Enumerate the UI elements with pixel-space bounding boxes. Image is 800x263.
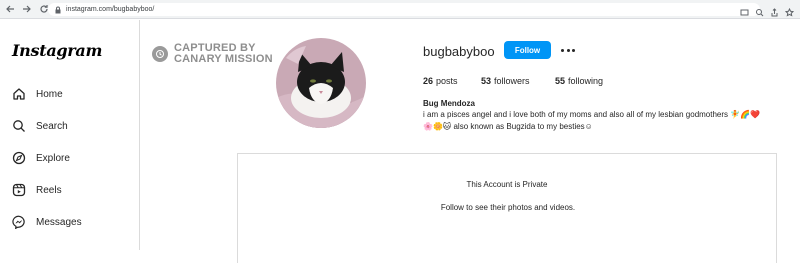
- bio-line: i am a pisces angel and i love both of m…: [423, 110, 761, 119]
- forward-button[interactable]: [20, 2, 34, 16]
- back-icon: [6, 5, 14, 13]
- sidebar-item-label: Search: [36, 120, 68, 132]
- instagram-logo[interactable]: Instagram: [12, 41, 102, 60]
- sidebar-item-label: Home: [36, 88, 63, 100]
- canary-logo-icon: [152, 46, 168, 62]
- profile-stats: 26 posts 53 followers 55 following: [423, 76, 603, 86]
- reels-icon: [12, 183, 26, 197]
- sidebar-item-home[interactable]: Home: [12, 84, 63, 104]
- more-options-button[interactable]: [561, 45, 575, 55]
- cast-icon[interactable]: [740, 4, 749, 16]
- sidebar-item-search[interactable]: Search: [12, 116, 68, 136]
- sidebar-item-label: Explore: [36, 152, 70, 164]
- address-bar[interactable]: instagram.com/bugbabyboo/: [48, 3, 760, 16]
- sidebar-item-label: Messages: [36, 216, 82, 228]
- browser-toolbar: instagram.com/bugbabyboo/: [0, 0, 800, 19]
- profile-full-name: Bug Mendoza: [423, 99, 475, 108]
- posts-count: 26 posts: [423, 76, 458, 86]
- forward-icon: [23, 5, 31, 13]
- bookmark-icon[interactable]: [784, 4, 795, 17]
- compass-icon: [12, 151, 26, 165]
- url-text: instagram.com/bugbabyboo/: [66, 6, 155, 13]
- zoom-icon[interactable]: [755, 4, 764, 17]
- follow-button[interactable]: Follow: [504, 41, 551, 59]
- followers-count[interactable]: 53 followers: [481, 76, 555, 86]
- sidebar-item-messages[interactable]: Messages: [12, 212, 82, 232]
- profile-avatar[interactable]: [276, 38, 366, 128]
- private-subtitle: Follow to see their photos and videos.: [440, 203, 576, 212]
- home-icon: [13, 88, 25, 100]
- canary-mission-watermark: CAPTURED BY CANARY MISSION: [152, 43, 273, 65]
- bio-line: 🌸🌼🐱 also known as Bugzida to my besties☺: [423, 122, 593, 131]
- private-account-panel: This Account is Private Follow to see th…: [237, 153, 777, 263]
- cat-photo: [276, 38, 366, 128]
- messenger-icon: [12, 215, 25, 229]
- share-icon[interactable]: [770, 4, 779, 17]
- profile-username: bugbabyboo: [423, 44, 495, 59]
- dot-icon: [566, 48, 570, 52]
- sidebar-item-explore[interactable]: Explore: [12, 148, 70, 168]
- sidebar-item-reels[interactable]: Reels: [12, 180, 62, 200]
- back-button[interactable]: [3, 2, 17, 16]
- profile-bio: i am a pisces angel and i love both of m…: [423, 109, 783, 133]
- dot-icon: [561, 48, 564, 52]
- watermark-line2: CANARY MISSION: [174, 53, 273, 65]
- lock-icon: [55, 6, 61, 13]
- following-count[interactable]: 55 following: [555, 76, 603, 86]
- search-icon: [13, 120, 25, 132]
- sidebar: Instagram Home Search Explore Reels Mess…: [0, 20, 140, 250]
- sidebar-item-label: Reels: [36, 184, 62, 196]
- dot-icon: [572, 48, 575, 52]
- private-title: This Account is Private: [466, 180, 548, 189]
